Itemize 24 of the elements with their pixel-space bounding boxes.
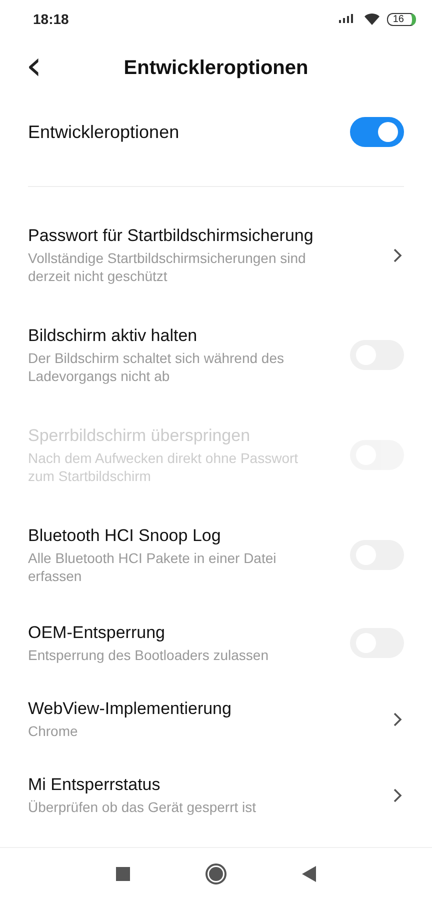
setting-title[interactable]: OEM-Entsperrung: [28, 622, 318, 642]
setting-description: Vollständige Startbildschirmsicherungen sind derzeit nicht geschützt: [28, 248, 307, 284]
battery-indicator: 16: [386, 12, 416, 26]
setting-title[interactable]: Bildschirm aktiv halten: [28, 326, 318, 346]
setting-description: Überprüfen ob das Gerät gesperrt ist: [28, 798, 258, 816]
setting-title: Entwickleroptionen: [28, 122, 180, 142]
setting-title[interactable]: Bluetooth HCI Snoop Log: [28, 526, 318, 546]
status-time: 18:18: [33, 11, 69, 27]
wifi-icon: [364, 13, 380, 25]
chevron-right-icon[interactable]: [393, 248, 402, 262]
setting-description: Der Bildschirm schaltet sich während des Ladevorgangs nicht ab: [28, 348, 285, 384]
back-icon[interactable]: [302, 866, 316, 882]
home-icon[interactable]: [205, 863, 227, 885]
setting-description: Entsperrung des Bootloaders zulassen: [28, 646, 270, 664]
setting-description: Chrome: [28, 722, 79, 740]
chevron-right-icon[interactable]: [393, 712, 402, 726]
setting-description: Alle Bluetooth HCI Pakete in einer Datei erfassen: [28, 548, 278, 584]
setting-title[interactable]: Mi Entsperrstatus: [28, 774, 318, 794]
toggle-switch[interactable]: [350, 117, 404, 147]
page-title: Entwickleroptionen: [124, 56, 308, 80]
chevron-right-icon[interactable]: [393, 788, 402, 802]
back-button[interactable]: ‹: [22, 46, 46, 86]
setting-title[interactable]: WebView-Implementierung: [28, 698, 318, 718]
setting-title[interactable]: Passwort für Startbildschirmsicherung: [28, 226, 318, 246]
